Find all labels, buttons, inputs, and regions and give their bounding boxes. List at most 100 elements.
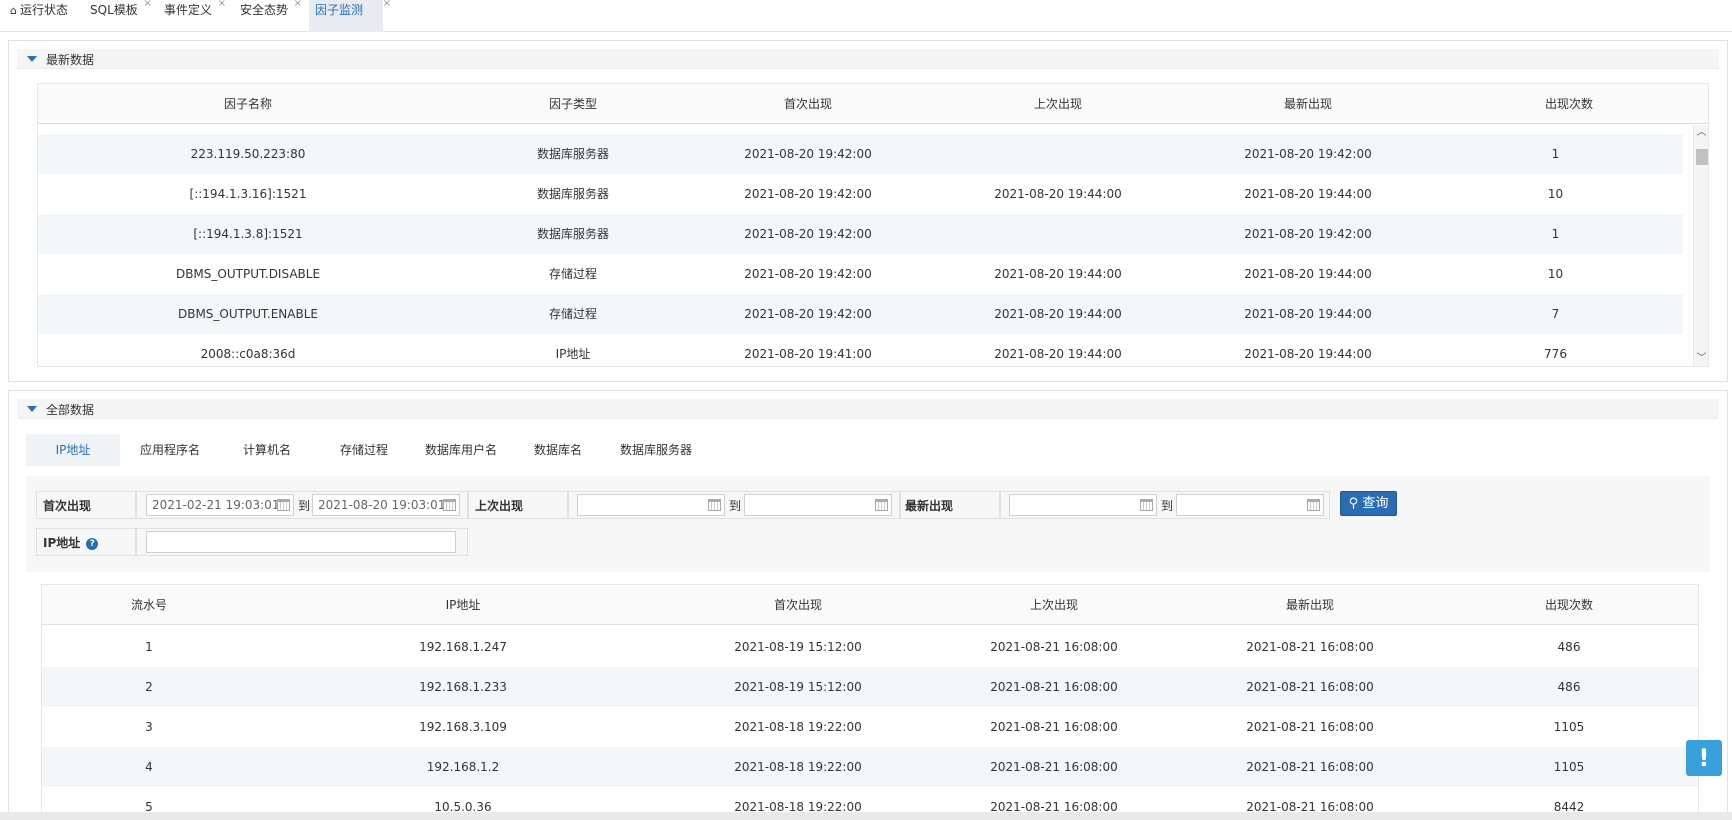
cell-latest: 2021-08-20 19:42:00 <box>1244 227 1372 241</box>
col-header[interactable]: IP地址 <box>256 585 670 625</box>
col-header[interactable]: 因子类型 <box>458 84 688 124</box>
subtab-stored-procedure[interactable]: 存储过程 <box>318 434 410 466</box>
table-row[interactable]: 1 192.168.1.247 2021-08-19 15:12:00 2021… <box>42 627 1698 667</box>
col-header[interactable]: 首次出现 <box>688 84 928 124</box>
cell-last: 2021-08-20 19:44:00 <box>994 187 1122 201</box>
feedback-button[interactable]: ! <box>1686 740 1722 776</box>
cell-serial: 4 <box>145 760 153 774</box>
calendar-icon[interactable] <box>1307 499 1320 511</box>
cell-latest: 2021-08-20 19:42:00 <box>1244 147 1372 161</box>
table-row[interactable]: 4 192.168.1.2 2021-08-18 19:22:00 2021-0… <box>42 747 1698 787</box>
last-seen-label: 上次出现 <box>475 499 524 513</box>
col-header[interactable]: 因子名称 <box>38 84 458 124</box>
table-row[interactable]: [::194.1.3.8]:1521 数据库服务器 2021-08-20 19:… <box>38 214 1683 254</box>
horizontal-scrollbar[interactable] <box>0 812 1732 820</box>
last-seen-to-input[interactable] <box>744 494 892 516</box>
subtab-ip-address[interactable]: IP地址 <box>26 434 120 466</box>
table-row[interactable]: DBMS_OUTPUT.ENABLE 存储过程 2021-08-20 19:42… <box>38 294 1683 334</box>
cell-last: 2021-08-20 19:44:00 <box>994 347 1122 361</box>
cell-last <box>928 214 1188 254</box>
cell-latest: 2021-08-21 16:08:00 <box>1246 760 1374 774</box>
scroll-down-icon[interactable]: ﹀ <box>1694 351 1708 366</box>
calendar-icon[interactable] <box>1140 499 1153 511</box>
close-icon[interactable]: × <box>218 0 226 14</box>
latest-data-title: 最新数据 <box>46 53 95 67</box>
cell-count: 7 <box>1551 307 1560 321</box>
cell-type: 数据库服务器 <box>536 187 609 201</box>
scrollbar-thumb[interactable] <box>1696 149 1708 165</box>
cell-count: 486 <box>1557 640 1581 654</box>
cell-first: 2021-08-18 19:22:00 <box>734 760 862 774</box>
first-seen-to-input[interactable]: 2021-08-20 19:03:01 <box>312 494 460 516</box>
to-label: 到 <box>729 499 742 513</box>
tab-security-situation[interactable]: 安全态势 × <box>234 0 302 32</box>
col-header[interactable]: 最新出现 <box>1182 585 1438 625</box>
subtab-computer-name[interactable]: 计算机名 <box>222 434 312 466</box>
close-icon[interactable]: × <box>143 0 151 14</box>
subtab-db-user[interactable]: 数据库用户名 <box>414 434 508 466</box>
col-header[interactable]: 出现次数 <box>1428 84 1708 124</box>
all-grid-header: 流水号 IP地址 首次出现 上次出现 最新出现 出现次数 <box>42 585 1698 625</box>
col-header[interactable]: 上次出现 <box>928 84 1188 124</box>
last-seen-from-input[interactable] <box>577 494 725 516</box>
tab-factor-monitor[interactable]: 因子监测 × <box>309 0 391 32</box>
latest-seen-to-input[interactable] <box>1176 494 1324 516</box>
table-row[interactable]: 2008::c0a8:36d IP地址 2021-08-20 19:41:00 … <box>38 334 1683 366</box>
table-row[interactable]: 3 192.168.3.109 2021-08-18 19:22:00 2021… <box>42 707 1698 747</box>
cell-first: 2021-08-20 19:42:00 <box>744 267 872 281</box>
cell-name: DBMS_OUTPUT.DISABLE <box>175 267 321 281</box>
cell-count: 776 <box>1544 347 1567 361</box>
ip-address-input[interactable] <box>146 531 456 553</box>
vertical-scrollbar[interactable]: ︿ ﹀ <box>1693 125 1708 366</box>
col-header[interactable]: 流水号 <box>42 585 256 625</box>
table-row[interactable]: [::194.1.3.16]:1521 数据库服务器 2021-08-20 19… <box>38 174 1683 214</box>
tab-run-status[interactable]: ⌂ 运行状态 <box>4 0 74 32</box>
subtab-app-name[interactable]: 应用程序名 <box>124 434 216 466</box>
col-header[interactable]: 首次出现 <box>670 585 926 625</box>
table-row[interactable]: 2 192.168.1.233 2021-08-19 15:12:00 2021… <box>42 667 1698 707</box>
cell-first: 2021-08-20 19:42:00 <box>744 147 872 161</box>
table-row[interactable]: 223.119.50.223:80 数据库服务器 2021-08-20 19:4… <box>38 134 1683 174</box>
collapse-triangle-icon <box>27 56 37 62</box>
collapse-triangle-icon <box>27 406 37 412</box>
cell-last: 2021-08-21 16:08:00 <box>990 720 1118 734</box>
scroll-up-icon[interactable]: ︿ <box>1694 125 1708 141</box>
cell-latest: 2021-08-20 19:44:00 <box>1244 347 1372 361</box>
cell-serial: 3 <box>145 720 153 734</box>
tab-event-definition[interactable]: 事件定义 × <box>158 0 226 32</box>
col-header[interactable]: 出现次数 <box>1438 585 1698 625</box>
first-seen-from-input[interactable]: 2021-02-21 19:03:01 <box>146 494 294 516</box>
latest-data-panel: 最新数据 因子名称 因子类型 首次出现 上次出现 最新出现 出现次数 223.1… <box>8 40 1728 382</box>
table-row[interactable]: DBMS_OUTPUT.DISABLE 存储过程 2021-08-20 19:4… <box>38 254 1683 294</box>
calendar-icon[interactable] <box>443 499 456 511</box>
calendar-icon[interactable] <box>277 499 290 511</box>
subtab-db-server[interactable]: 数据库服务器 <box>606 434 706 466</box>
query-button[interactable]: ⚲ 查询 <box>1340 491 1397 516</box>
filter-input-cell: 到 <box>1000 491 1330 519</box>
cell-latest: 2021-08-20 19:44:00 <box>1244 267 1372 281</box>
close-icon[interactable]: × <box>383 0 391 14</box>
close-icon[interactable]: × <box>294 0 302 14</box>
all-data-header[interactable]: 全部数据 <box>17 399 1719 419</box>
col-header[interactable]: 最新出现 <box>1188 84 1428 124</box>
latest-seen-from-input[interactable] <box>1009 494 1157 516</box>
cell-last <box>928 134 1188 174</box>
cell-name: 2008::c0a8:36d <box>200 347 296 361</box>
filter-label-cell: 最新出现 <box>900 491 1000 519</box>
help-icon[interactable]: ? <box>86 537 99 550</box>
col-header[interactable]: 上次出现 <box>926 585 1182 625</box>
tab-sql-template[interactable]: SQL模板 × <box>84 0 152 32</box>
cell-type: 数据库服务器 <box>536 147 609 161</box>
cell-latest: 2021-08-20 19:44:00 <box>1244 307 1372 321</box>
calendar-icon[interactable] <box>875 499 888 511</box>
cell-first: 2021-08-20 19:42:00 <box>744 187 872 201</box>
cell-ip: 192.168.1.233 <box>419 680 507 694</box>
cell-latest: 2021-08-20 19:44:00 <box>1244 187 1372 201</box>
cell-type: IP地址 <box>555 347 591 361</box>
calendar-icon[interactable] <box>708 499 721 511</box>
cell-type: 数据库服务器 <box>536 227 609 241</box>
all-data-title: 全部数据 <box>46 403 95 417</box>
subtab-db-name[interactable]: 数据库名 <box>514 434 602 466</box>
cell-count: 486 <box>1557 680 1581 694</box>
latest-data-header[interactable]: 最新数据 <box>17 49 1719 69</box>
